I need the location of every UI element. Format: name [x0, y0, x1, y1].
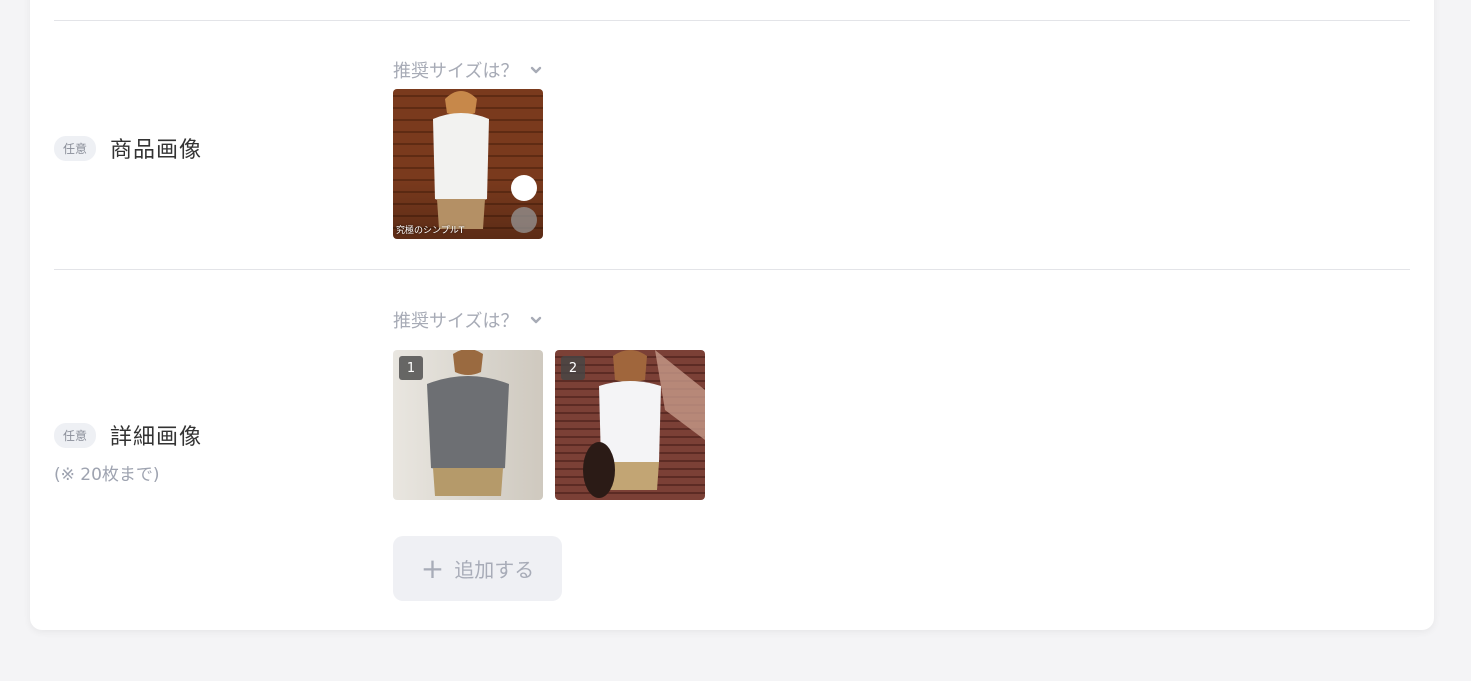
optional-badge: 任意 — [54, 422, 97, 448]
image-action-button[interactable] — [511, 175, 537, 201]
image-secondary-button[interactable] — [511, 207, 537, 233]
hint-label: 推奨サイズは？ — [393, 61, 519, 82]
product-image-thumbnail[interactable]: 究極のシンプルT — [393, 89, 543, 239]
detail-image-thumbnail[interactable]: 1 — [393, 350, 543, 500]
image-order-badge: 1 — [399, 356, 423, 380]
hint-label: 推奨サイズは？ — [393, 311, 519, 332]
recommended-size-toggle[interactable]: 推奨サイズは？ — [393, 307, 542, 333]
field-title: 詳細画像 — [110, 425, 203, 450]
chevron-down-icon — [531, 316, 542, 324]
chevron-down-icon — [531, 66, 542, 74]
form-card: 任意 商品画像 推奨サイズは？ 究極のシンプルT 任意 詳細画像 (※ 20枚ま… — [30, 0, 1434, 630]
product-image-label: 任意 商品画像 — [54, 132, 202, 164]
add-image-button[interactable]: + 追加する — [393, 536, 562, 601]
person-photo — [433, 91, 489, 229]
image-order-badge: 2 — [561, 356, 585, 380]
image-caption: 究極のシンプルT — [396, 226, 465, 236]
add-button-label: 追加する — [454, 558, 535, 582]
row-divider — [54, 269, 1410, 270]
optional-badge: 任意 — [54, 135, 97, 161]
top-divider — [54, 20, 1410, 21]
detail-images-label: 任意 詳細画像 — [54, 419, 202, 451]
field-title: 商品画像 — [110, 138, 203, 163]
detail-image-thumbnail[interactable]: 2 — [555, 350, 705, 500]
max-images-note: (※ 20枚まで) — [54, 465, 160, 485]
recommended-size-toggle[interactable]: 推奨サイズは？ — [393, 57, 542, 83]
plus-icon: + — [420, 551, 445, 585]
